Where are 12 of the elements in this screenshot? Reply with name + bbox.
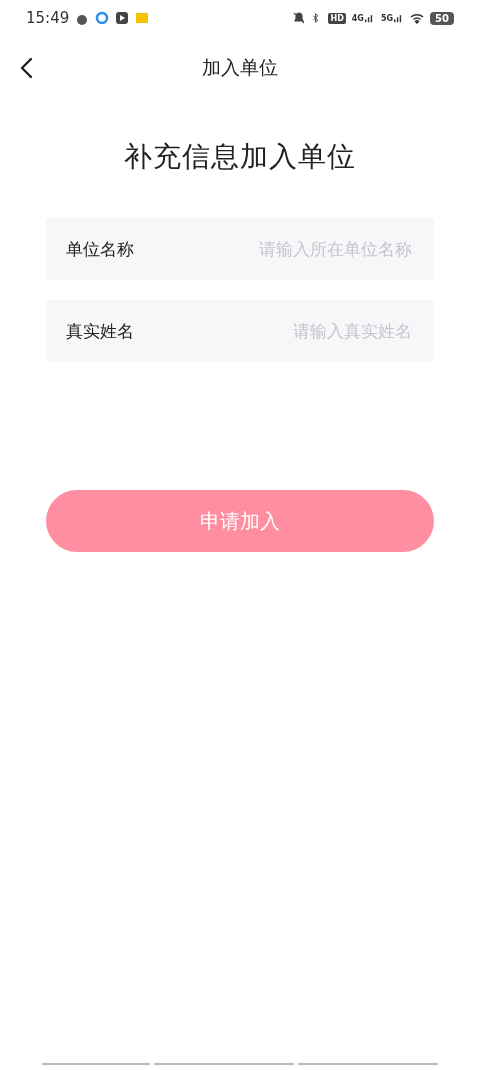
play-icon	[115, 11, 130, 25]
page-title: 加入单位	[202, 55, 278, 80]
mute-icon	[292, 11, 307, 25]
field-label: 单位名称	[66, 237, 134, 261]
form-heading: 补充信息加入单位	[123, 139, 357, 175]
wifi-icon	[410, 11, 425, 25]
status-time: 15:49	[26, 9, 70, 27]
network-type: 5G	[380, 13, 394, 23]
field-label: 真实姓名	[66, 319, 134, 343]
network-type: 4G	[351, 13, 364, 23]
battery-level: 50	[430, 11, 454, 25]
hd-indicator: HD	[328, 12, 346, 24]
